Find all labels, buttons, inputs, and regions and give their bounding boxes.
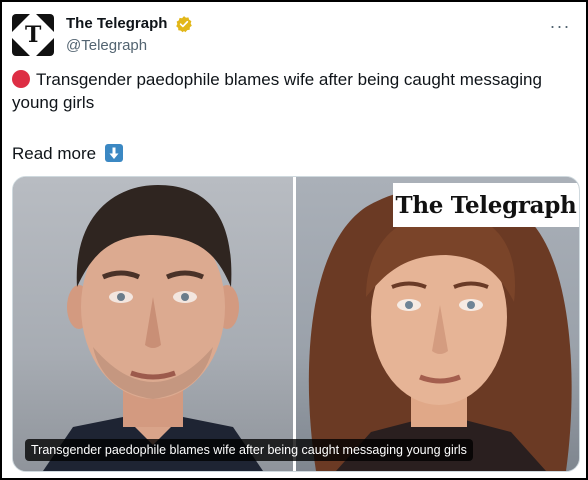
tweet-card[interactable]: T The Telegraph @Telegraph ··· Transgend… <box>0 0 588 480</box>
more-options-button[interactable]: ··· <box>546 14 574 38</box>
avatar-letter: T <box>24 22 42 48</box>
photo-left[interactable] <box>13 177 293 471</box>
verified-badge-icon <box>176 16 192 33</box>
author-handle[interactable]: @Telegraph <box>66 36 193 56</box>
media-caption: Transgender paedophile blames wife after… <box>25 439 473 461</box>
avatar-logo-icon: T <box>12 14 54 56</box>
display-name[interactable]: The Telegraph <box>66 14 167 34</box>
author-names: The Telegraph @Telegraph <box>66 14 193 56</box>
portrait-left-icon <box>43 185 263 471</box>
red-circle-icon <box>12 70 30 88</box>
tweet-media[interactable]: The Telegraph Transgender paedophile bla… <box>12 176 580 472</box>
tweet-text-body: Transgender paedophile blames wife after… <box>12 70 542 112</box>
read-more-line: Read more <box>12 142 123 165</box>
telegraph-watermark: The Telegraph <box>393 183 579 227</box>
down-arrow-icon <box>104 144 123 162</box>
photo-right[interactable]: The Telegraph <box>296 177 579 471</box>
tweet-header: T The Telegraph @Telegraph ··· <box>12 14 576 58</box>
more-horizontal-icon: ··· <box>549 15 571 36</box>
tweet-text: Transgender paedophile blames wife after… <box>12 68 572 114</box>
avatar[interactable]: T <box>12 14 54 56</box>
read-more-label: Read more <box>12 144 97 163</box>
